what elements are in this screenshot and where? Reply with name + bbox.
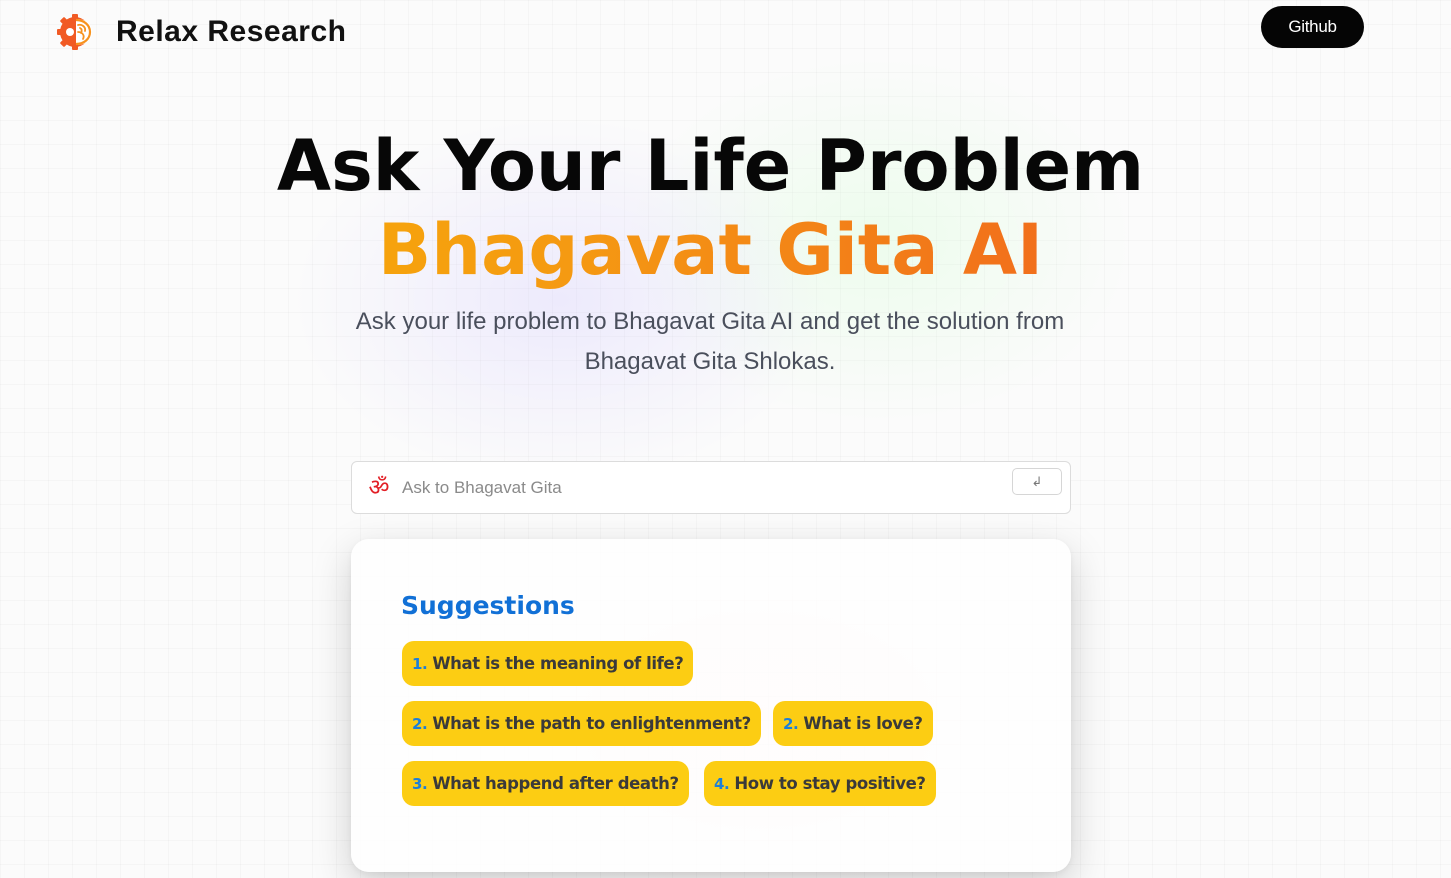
suggestion-number: 2. bbox=[412, 714, 428, 733]
search-input[interactable] bbox=[402, 467, 1012, 508]
suggestion-chip[interactable]: 4. How to stay positive? bbox=[704, 761, 936, 806]
suggestion-chip[interactable]: 2. What is love? bbox=[773, 701, 933, 746]
suggestion-number: 2. bbox=[783, 714, 799, 733]
om-icon: ॐ bbox=[368, 474, 390, 501]
suggestion-text: How to stay positive? bbox=[734, 774, 926, 793]
suggestion-chip[interactable]: 1. What is the meaning of life? bbox=[402, 641, 694, 686]
suggestion-text: What is love? bbox=[803, 714, 923, 733]
github-button[interactable]: Github bbox=[1261, 6, 1364, 48]
suggestion-text: What is the meaning of life? bbox=[432, 654, 684, 673]
hero-subtitle: Ask your life problem to Bhagavat Gita A… bbox=[330, 302, 1090, 382]
suggestion-number: 4. bbox=[714, 774, 730, 793]
suggestion-number: 3. bbox=[412, 774, 428, 793]
hero-title-line2: Bhagavat Gita AI bbox=[0, 208, 1436, 292]
hero-title-line1: Ask Your Life Problem bbox=[276, 125, 1145, 207]
suggestion-chip[interactable]: 2. What is the path to enlightenment? bbox=[402, 701, 761, 746]
suggestion-number: 1. bbox=[412, 654, 428, 673]
search-bar: ॐ ↲ bbox=[351, 461, 1071, 514]
top-nav: Relax Research Github bbox=[0, 0, 1451, 60]
suggestions-card: Suggestions 1. What is the meaning of li… bbox=[351, 539, 1071, 872]
hero-subtitle-line1: Ask your life problem to Bhagavat Gita A… bbox=[355, 308, 1065, 335]
brand-logo-link[interactable]: Relax Research bbox=[56, 12, 346, 52]
brand-name: Relax Research bbox=[116, 15, 347, 48]
brain-gear-logo-icon bbox=[57, 14, 92, 50]
suggestion-text: What happend after death? bbox=[432, 774, 679, 793]
hero-subtitle-line2: Bhagavat Gita Shlokas. bbox=[584, 348, 836, 375]
suggestion-text: What is the path to enlightenment? bbox=[432, 714, 751, 733]
suggestion-chip[interactable]: 3. What happend after death? bbox=[402, 761, 689, 806]
hero-title: Ask Your Life Problem Bhagavat Gita AI bbox=[0, 124, 1451, 292]
enter-key-button[interactable]: ↲ bbox=[1012, 468, 1062, 495]
suggestions-title: Suggestions bbox=[401, 591, 575, 620]
